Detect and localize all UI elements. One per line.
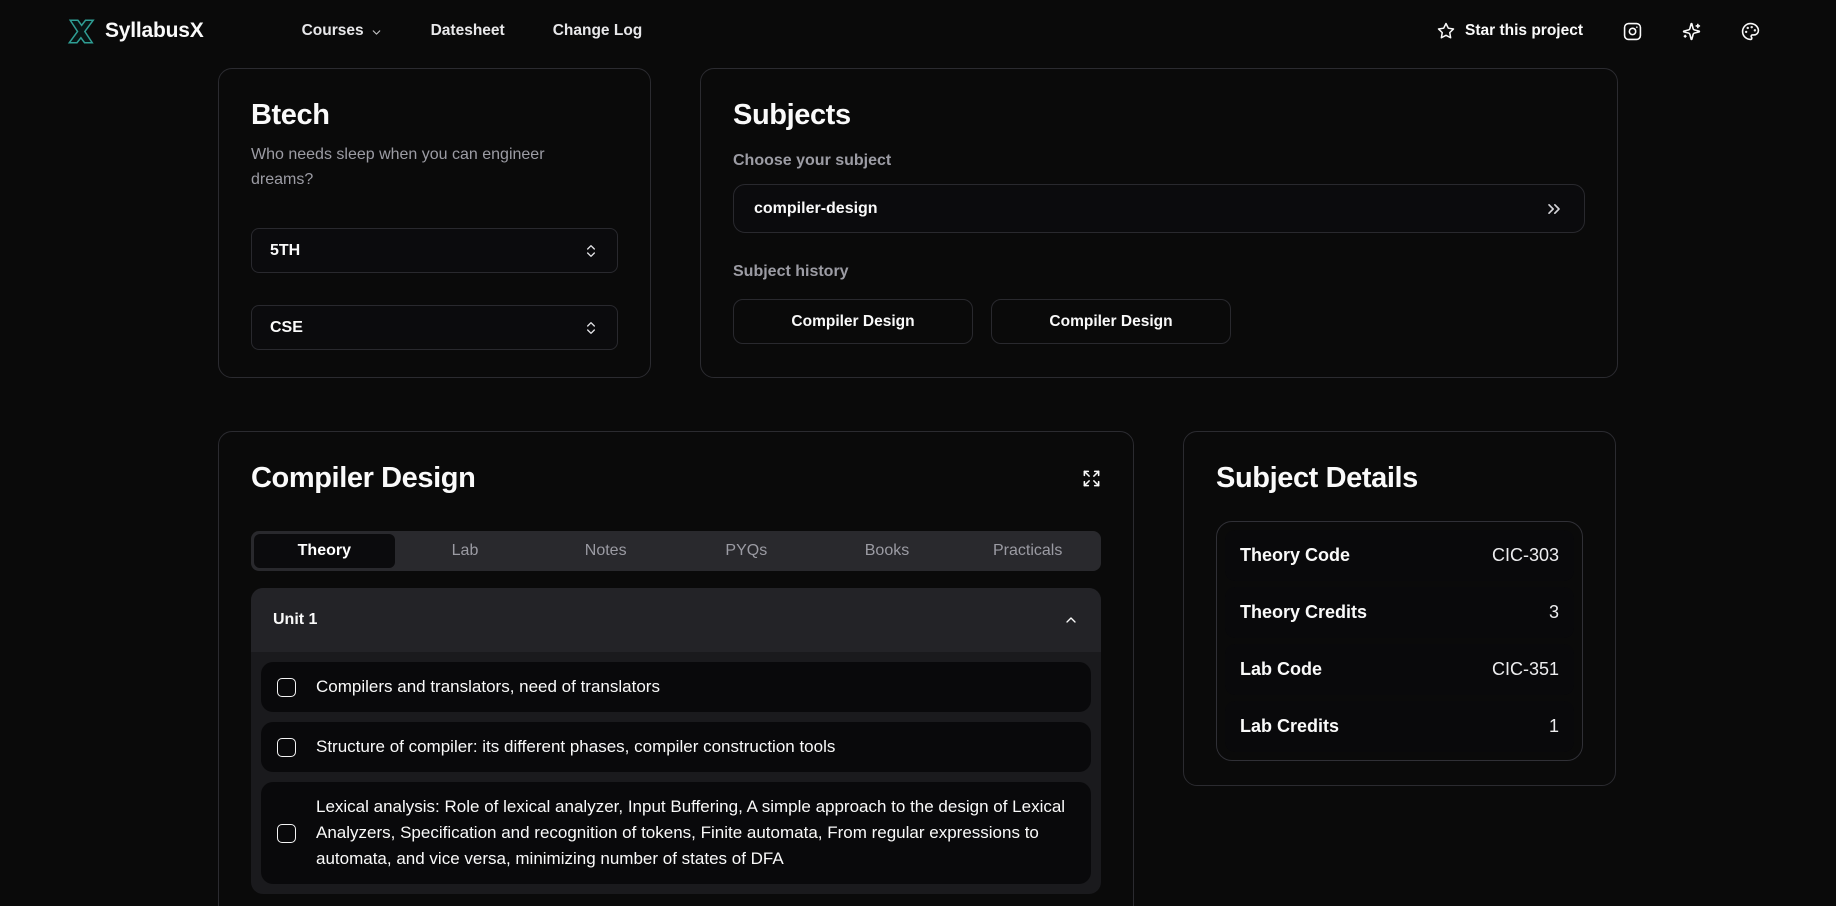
- subject-history-label: Subject history: [733, 263, 1585, 281]
- tab-lab[interactable]: Lab: [395, 534, 536, 568]
- detail-value: CIC-303: [1492, 545, 1559, 566]
- unit-accordion: Unit 1 Compilers and translators, need o…: [251, 588, 1101, 894]
- subject-search: [733, 184, 1585, 233]
- topic-text: Lexical analysis: Role of lexical analyz…: [316, 794, 1075, 872]
- chevron-down-icon: [370, 26, 383, 39]
- unit-title: Unit 1: [273, 611, 317, 629]
- subjects-card: Subjects Choose your subject Subject his…: [700, 68, 1618, 378]
- star-project-button[interactable]: Star this project: [1437, 22, 1583, 40]
- subjects-title: Subjects: [733, 99, 1585, 132]
- chevrons-right-icon: [1544, 199, 1564, 219]
- chevrons-up-down-icon: [583, 243, 599, 259]
- subject-details-card: Subject Details Theory Code CIC-303 Theo…: [1183, 431, 1616, 786]
- semester-select[interactable]: 5TH: [251, 228, 618, 273]
- detail-label: Theory Credits: [1240, 602, 1367, 623]
- nav-item-changelog[interactable]: Change Log: [553, 22, 643, 40]
- detail-label: Lab Code: [1240, 659, 1322, 680]
- expand-icon: [1082, 469, 1101, 488]
- subject-content-header: Compiler Design: [251, 462, 1101, 495]
- detail-row: Theory Code CIC-303: [1225, 530, 1574, 581]
- detail-value: CIC-351: [1492, 659, 1559, 680]
- history-item-button[interactable]: Compiler Design: [991, 299, 1231, 344]
- chevrons-up-down-icon: [583, 320, 599, 336]
- topic-text: Structure of compiler: its different pha…: [316, 734, 835, 760]
- branch-select[interactable]: CSE: [251, 305, 618, 350]
- subject-content-title: Compiler Design: [251, 462, 475, 495]
- expand-button[interactable]: [1082, 469, 1101, 488]
- subject-search-submit-button[interactable]: [1544, 199, 1564, 219]
- tab-theory[interactable]: Theory: [254, 534, 395, 568]
- subject-content-card: Compiler Design Theory Lab Notes PYQs Bo…: [218, 431, 1134, 906]
- unit-topics: Compilers and translators, need of trans…: [251, 652, 1101, 894]
- topic-checkbox[interactable]: [277, 678, 296, 697]
- choose-subject-label: Choose your subject: [733, 152, 1585, 170]
- theme-palette-button[interactable]: [1741, 22, 1760, 41]
- brand-name: SyllabusX: [105, 19, 204, 43]
- nav-item-label: Change Log: [553, 22, 643, 40]
- topic-row[interactable]: Compilers and translators, need of trans…: [261, 662, 1091, 712]
- top-nav: SyllabusX Courses Datesheet Change Log S…: [0, 0, 1836, 62]
- subject-details-list: Theory Code CIC-303 Theory Credits 3 Lab…: [1216, 521, 1583, 761]
- content-tabs: Theory Lab Notes PYQs Books Practicals: [251, 531, 1101, 571]
- btech-title: Btech: [251, 99, 618, 132]
- nav-actions: Star this project: [1437, 22, 1760, 41]
- detail-label: Theory Code: [1240, 545, 1350, 566]
- palette-icon: [1741, 22, 1760, 41]
- semester-select-value: 5TH: [270, 242, 300, 260]
- detail-label: Lab Credits: [1240, 716, 1339, 737]
- tab-practicals[interactable]: Practicals: [957, 534, 1098, 568]
- unit-accordion-header[interactable]: Unit 1: [251, 588, 1101, 652]
- subject-history: Compiler Design Compiler Design: [733, 299, 1585, 344]
- syllabusx-logo-icon: [66, 18, 96, 45]
- nav-links: Courses Datesheet Change Log: [302, 22, 643, 40]
- instagram-icon: [1623, 22, 1642, 41]
- nav-item-datesheet[interactable]: Datesheet: [431, 22, 505, 40]
- sparkles-icon: [1682, 22, 1701, 41]
- tab-books[interactable]: Books: [817, 534, 958, 568]
- instagram-button[interactable]: [1623, 22, 1642, 41]
- brand[interactable]: SyllabusX: [66, 18, 204, 45]
- detail-row: Theory Credits 3: [1225, 587, 1574, 638]
- topic-checkbox[interactable]: [277, 738, 296, 757]
- detail-row: Lab Credits 1: [1225, 701, 1574, 752]
- topic-text: Compilers and translators, need of trans…: [316, 674, 660, 700]
- tab-notes[interactable]: Notes: [535, 534, 676, 568]
- topic-row[interactable]: Lexical analysis: Role of lexical analyz…: [261, 782, 1091, 884]
- btech-subtitle: Who needs sleep when you can engineer dr…: [251, 142, 573, 192]
- subject-search-input[interactable]: [754, 200, 1544, 218]
- bottom-row: Compiler Design Theory Lab Notes PYQs Bo…: [218, 431, 1618, 906]
- detail-value: 1: [1549, 716, 1559, 737]
- btech-card: Btech Who needs sleep when you can engin…: [218, 68, 651, 378]
- detail-value: 3: [1549, 602, 1559, 623]
- topic-checkbox[interactable]: [277, 824, 296, 843]
- topic-row[interactable]: Structure of compiler: its different pha…: [261, 722, 1091, 772]
- subject-details-title: Subject Details: [1216, 462, 1583, 495]
- main-content: Btech Who needs sleep when you can engin…: [218, 68, 1618, 906]
- nav-item-courses[interactable]: Courses: [302, 22, 383, 40]
- chevron-up-icon: [1063, 612, 1079, 628]
- nav-item-label: Courses: [302, 22, 364, 40]
- top-row: Btech Who needs sleep when you can engin…: [218, 68, 1618, 378]
- history-item-button[interactable]: Compiler Design: [733, 299, 973, 344]
- star-project-label: Star this project: [1465, 22, 1583, 40]
- ai-assistant-button[interactable]: [1682, 22, 1701, 41]
- tab-pyqs[interactable]: PYQs: [676, 534, 817, 568]
- branch-select-value: CSE: [270, 319, 303, 337]
- nav-item-label: Datesheet: [431, 22, 505, 40]
- star-icon: [1437, 22, 1455, 40]
- detail-row: Lab Code CIC-351: [1225, 644, 1574, 695]
